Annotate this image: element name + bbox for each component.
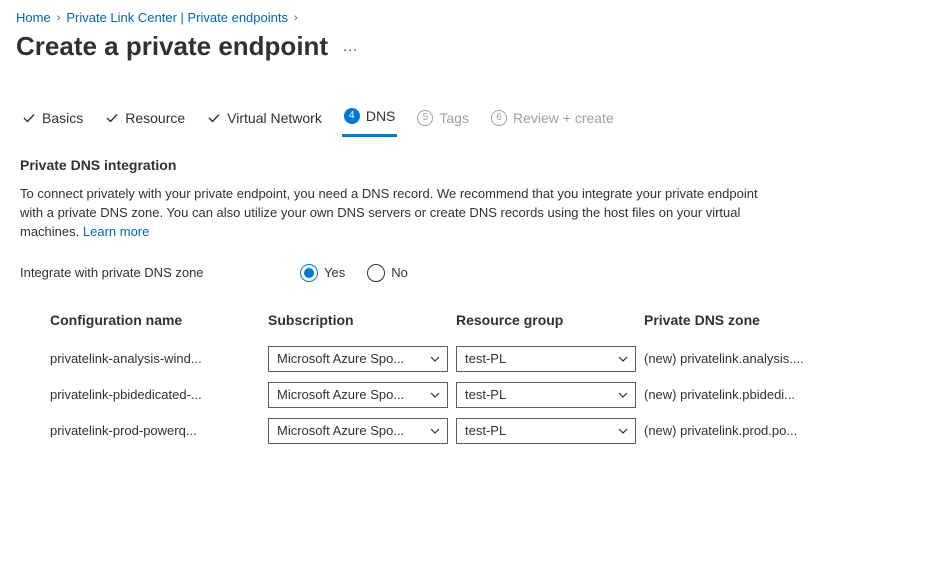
private-dns-zone-cell: (new) privatelink.prod.po... [644,423,854,438]
subscription-select[interactable]: Microsoft Azure Spo... [268,382,448,408]
chevron-right-icon: › [294,12,298,24]
tab-vnet-label: Virtual Network [227,110,322,126]
table-header-row: Configuration name Subscription Resource… [50,312,923,346]
radio-no-label: No [391,265,408,280]
more-actions-icon[interactable]: … [342,38,359,56]
step-number-badge: 4 [344,108,360,124]
tab-basics[interactable]: Basics [20,104,85,136]
breadcrumb: Home › Private Link Center | Private end… [0,0,943,31]
select-value: Microsoft Azure Spo... [277,351,404,366]
resource-group-select[interactable]: test-PL [456,382,636,408]
private-dns-zone-cell: (new) privatelink.analysis.... [644,351,854,366]
learn-more-link[interactable]: Learn more [83,224,149,239]
select-value: Microsoft Azure Spo... [277,387,404,402]
dns-section: Private DNS integration To connect priva… [0,157,943,282]
config-name-cell: privatelink-analysis-wind... [50,351,260,366]
wizard-tabs: Basics Resource Virtual Network 4 DNS 5 … [0,102,943,137]
page-title: Create a private endpoint [16,31,328,62]
tab-tags-label: Tags [439,110,469,126]
select-value: Microsoft Azure Spo... [277,423,404,438]
breadcrumb-home[interactable]: Home [16,10,51,25]
tab-basics-label: Basics [42,110,83,126]
subscription-select[interactable]: Microsoft Azure Spo... [268,346,448,372]
chevron-down-icon [429,425,441,437]
tab-tags[interactable]: 5 Tags [415,104,471,136]
tab-resource[interactable]: Resource [103,104,187,136]
check-icon [22,111,36,125]
integrate-field-row: Integrate with private DNS zone Yes No [20,264,923,282]
step-number-badge: 6 [491,110,507,126]
tab-virtual-network[interactable]: Virtual Network [205,104,324,136]
radio-yes-label: Yes [324,265,345,280]
breadcrumb-private-link-center[interactable]: Private Link Center | Private endpoints [66,10,288,25]
radio-inner-icon [304,268,314,278]
tab-resource-label: Resource [125,110,185,126]
dns-section-title: Private DNS integration [20,157,923,173]
col-resource-group: Resource group [456,312,636,328]
radio-outer-icon [367,264,385,282]
step-number-badge: 5 [417,110,433,126]
col-private-dns-zone: Private DNS zone [644,312,854,328]
subscription-select[interactable]: Microsoft Azure Spo... [268,418,448,444]
chevron-right-icon: › [57,12,61,24]
chevron-down-icon [429,353,441,365]
integrate-label: Integrate with private DNS zone [20,265,280,280]
tab-review-label: Review + create [513,110,614,126]
resource-group-select[interactable]: test-PL [456,346,636,372]
integrate-radio-group: Yes No [300,264,408,282]
chevron-down-icon [617,353,629,365]
private-dns-zone-cell: (new) privatelink.pbidedi... [644,387,854,402]
radio-yes[interactable]: Yes [300,264,345,282]
select-value: test-PL [465,387,506,402]
config-name-cell: privatelink-prod-powerq... [50,423,260,438]
check-icon [207,111,221,125]
tab-review-create[interactable]: 6 Review + create [489,104,616,136]
chevron-down-icon [429,389,441,401]
col-config-name: Configuration name [50,312,260,328]
chevron-down-icon [617,389,629,401]
col-subscription: Subscription [268,312,448,328]
radio-outer-icon [300,264,318,282]
dns-section-description: To connect privately with your private e… [20,185,780,242]
page-title-row: Create a private endpoint … [0,31,943,102]
config-table: Configuration name Subscription Resource… [0,312,943,454]
resource-group-select[interactable]: test-PL [456,418,636,444]
config-name-cell: privatelink-pbidedicated-... [50,387,260,402]
tab-dns-label: DNS [366,108,396,124]
tab-dns[interactable]: 4 DNS [342,102,398,137]
select-value: test-PL [465,351,506,366]
select-value: test-PL [465,423,506,438]
table-row: privatelink-prod-powerq... Microsoft Azu… [50,418,923,454]
chevron-down-icon [617,425,629,437]
table-row: privatelink-pbidedicated-... Microsoft A… [50,382,923,418]
check-icon [105,111,119,125]
radio-no[interactable]: No [367,264,408,282]
table-row: privatelink-analysis-wind... Microsoft A… [50,346,923,382]
